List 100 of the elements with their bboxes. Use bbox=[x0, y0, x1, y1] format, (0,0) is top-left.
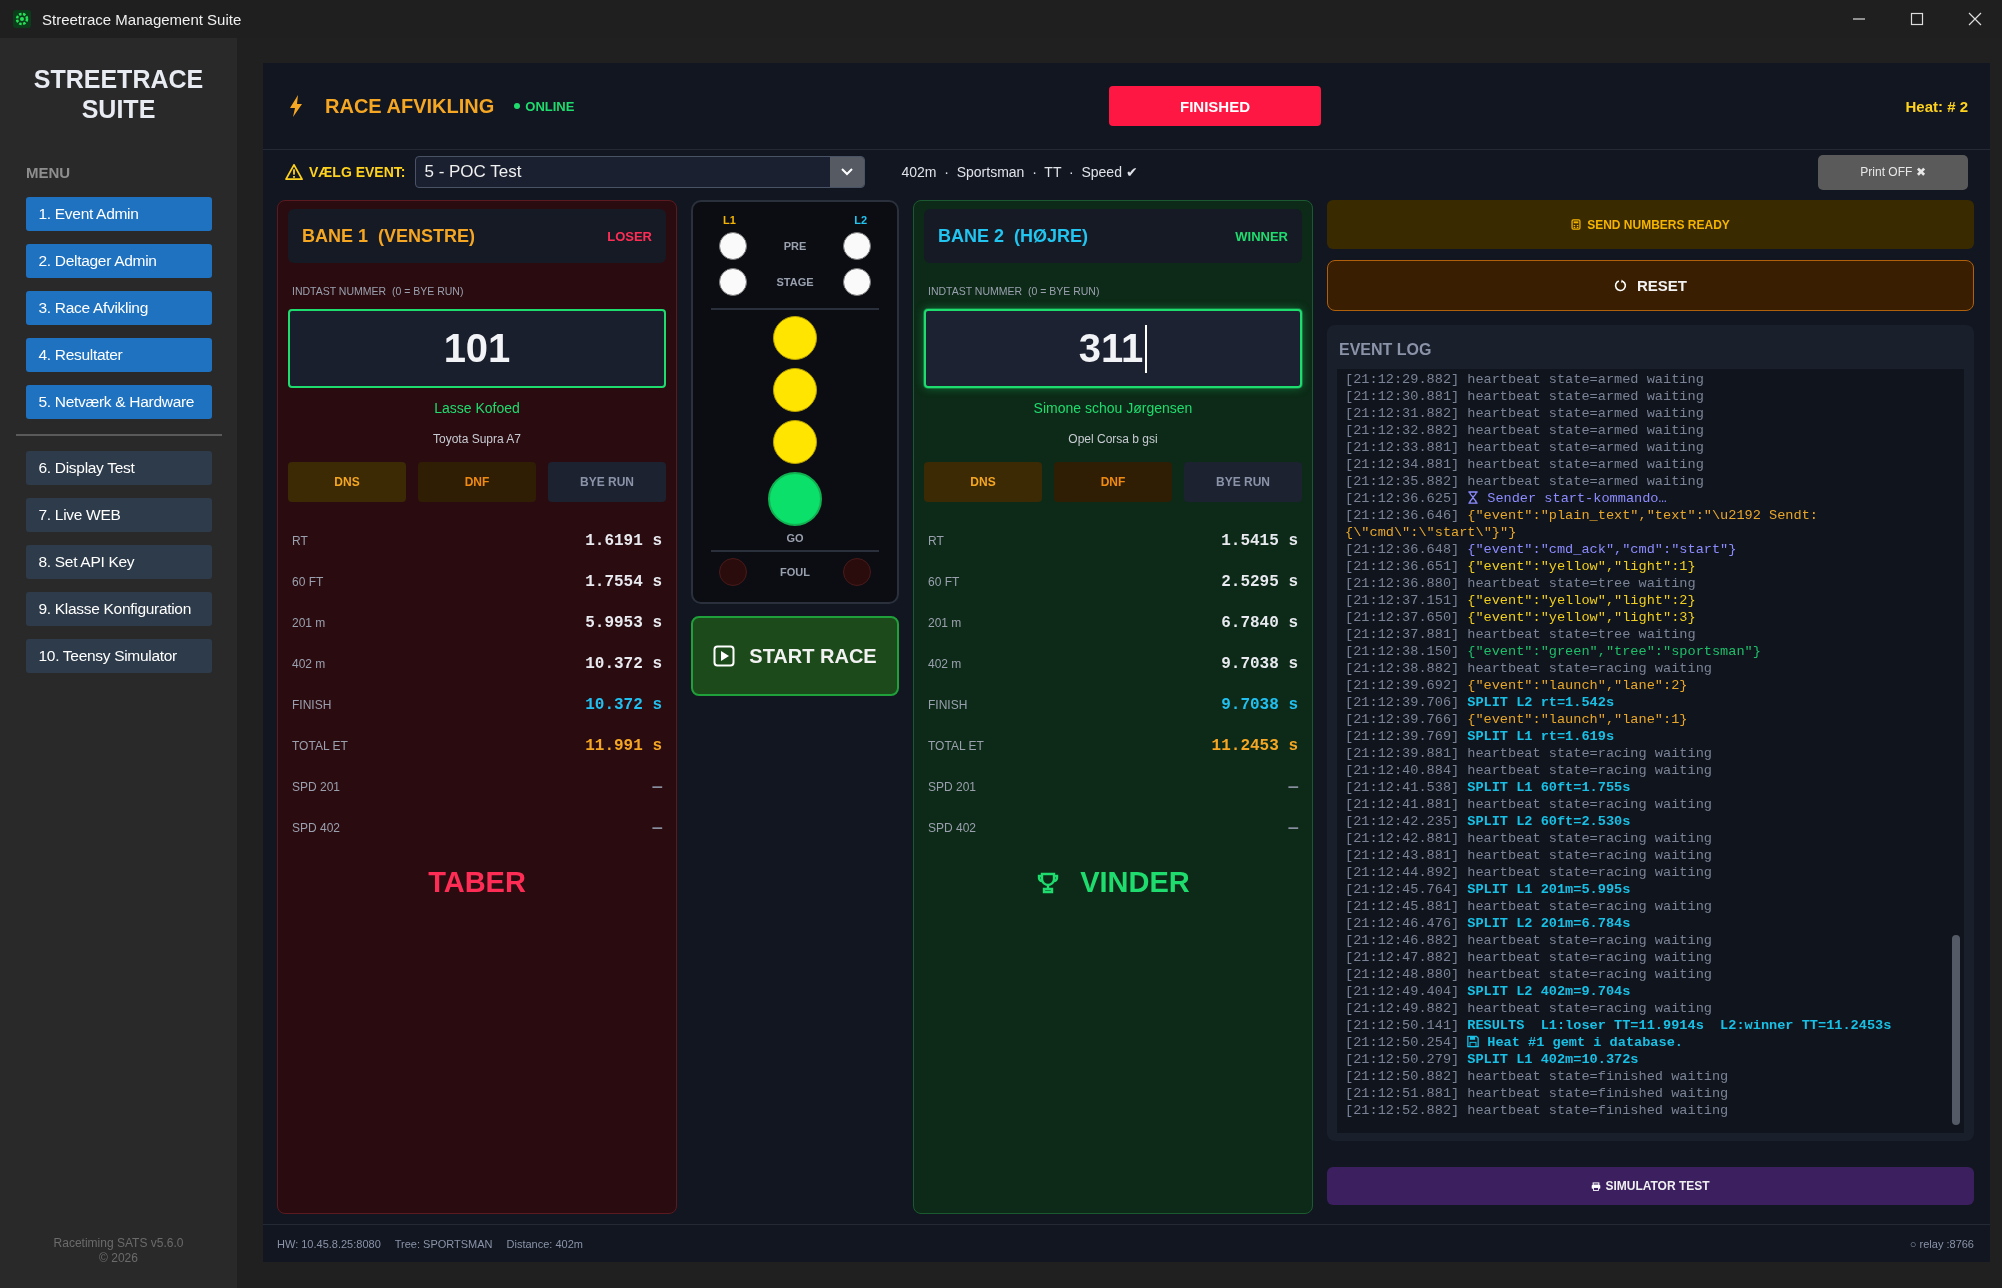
menu-item[interactable]: 3. Race Afvikling bbox=[25, 291, 212, 325]
light-label: PRE bbox=[783, 240, 807, 252]
log-line: [21:12:50.882] heartbeat state=finished waiting bbox=[1345, 1068, 1730, 1085]
play-icon bbox=[713, 645, 736, 667]
stat-value: — bbox=[652, 777, 662, 796]
stat-label: RT bbox=[292, 533, 308, 548]
menu-item[interactable]: 10. Teensy Simulator bbox=[25, 639, 212, 673]
outcome-label: WINNER bbox=[1235, 228, 1288, 244]
log-line: [21:12:42.235] SPLIT L2 60ft=2.530s bbox=[1345, 813, 1632, 830]
trophy-icon bbox=[1036, 870, 1061, 895]
log-line: [21:12:41.538] SPLIT L1 60ft=1.755s bbox=[1345, 779, 1632, 796]
menu-item[interactable]: 9. Klasse Konfiguration bbox=[25, 592, 212, 626]
stat-value: 11.991 s bbox=[585, 736, 662, 755]
stat-label: TOTAL ET bbox=[292, 738, 348, 753]
stat-label: 60 FT bbox=[292, 574, 324, 589]
event-details: 402m · Sportsman · TT · Speed ✔ bbox=[901, 164, 1138, 180]
stat-value: 9.7038 s bbox=[1221, 695, 1298, 714]
outcome-label: LOSER bbox=[607, 228, 652, 244]
stat-value: — bbox=[1288, 818, 1298, 837]
menu-item[interactable]: 5. Netværk & Hardware bbox=[25, 385, 212, 419]
lane-action-button[interactable]: BYE RUN bbox=[1184, 462, 1302, 502]
log-line: [21:12:52.882] heartbeat state=finished waiting bbox=[1345, 1102, 1730, 1119]
log-line: [21:12:48.880] heartbeat state=racing waiting bbox=[1345, 966, 1713, 983]
menu-item[interactable]: 6. Display Test bbox=[25, 451, 212, 485]
status-text: Distance: 402m bbox=[506, 1237, 583, 1250]
connection-status: ONLINE bbox=[525, 98, 575, 114]
stat-label: FINISH bbox=[292, 697, 332, 712]
log-line: [21:12:46.882] heartbeat state=racing waiting bbox=[1345, 932, 1713, 949]
log-line: [21:12:51.881] heartbeat state=finished waiting bbox=[1345, 1085, 1730, 1102]
log-message: Sender start-kommando… bbox=[1487, 491, 1667, 506]
input-label: INDTAST NUMMER (0 = BYE RUN) bbox=[928, 285, 1101, 297]
race-state-badge: FINISHED bbox=[1109, 86, 1321, 126]
result-label: VINDER bbox=[1080, 866, 1190, 899]
chevron-icon bbox=[841, 168, 854, 176]
log-line: [21:12:38.150] {"event":"green","tree":"sportsman"} bbox=[1345, 643, 1762, 660]
log-line: [21:12:36.880] heartbeat state=tree waiting bbox=[1345, 575, 1697, 592]
simulator-test-button[interactable]: SIMULATOR TEST bbox=[1327, 1167, 1974, 1205]
warning-icon bbox=[285, 164, 303, 180]
heat-number: Heat: # 2 bbox=[1905, 97, 1968, 115]
panel-title: EVENT LOG bbox=[1339, 341, 1433, 359]
reset-button[interactable]: RESET bbox=[1327, 260, 1974, 311]
log-line: [21:12:49.404] SPLIT L2 402m=9.704s bbox=[1345, 983, 1632, 1000]
menu-item[interactable]: 8. Set API Key bbox=[25, 545, 212, 579]
lane-action-button[interactable]: DNS bbox=[288, 462, 406, 502]
stat-label: SPD 402 bbox=[928, 820, 977, 835]
light-label: STAGE bbox=[776, 276, 814, 288]
stat-label: SPD 201 bbox=[292, 779, 341, 794]
event-select[interactable]: 5 - POC Test bbox=[415, 156, 866, 188]
stat-label: SPD 201 bbox=[928, 779, 977, 794]
log-line: [21:12:43.881] heartbeat state=racing waiting bbox=[1345, 847, 1713, 864]
menu-label: MENU bbox=[26, 164, 71, 181]
page-title: RACE AFVIKLING bbox=[325, 94, 495, 118]
calculator-icon bbox=[1571, 219, 1582, 230]
lane-action-button[interactable]: BYE RUN bbox=[548, 462, 666, 502]
close-icon[interactable] bbox=[1968, 12, 1982, 26]
maximize-icon[interactable] bbox=[1910, 12, 1924, 26]
brand-title: STREETRACE SUITE bbox=[33, 64, 204, 124]
lane-title: BANE 2 (HØJRE) bbox=[938, 225, 1089, 247]
stat-value: 10.372 s bbox=[585, 695, 662, 714]
car-name: Opel Corsa b gsi bbox=[1067, 432, 1159, 446]
lane-action-button[interactable]: DNF bbox=[1054, 462, 1172, 502]
printer-icon bbox=[1591, 1180, 1602, 1192]
start-race-button[interactable]: START RACE bbox=[691, 616, 899, 696]
stat-value: — bbox=[652, 818, 662, 837]
hourglass-icon bbox=[1467, 491, 1480, 504]
relay-status: ○ relay :8766 bbox=[1909, 1237, 1974, 1250]
log-line: [21:12:42.881] heartbeat state=racing waiting bbox=[1345, 830, 1713, 847]
log-line: [21:12:44.892] heartbeat state=racing waiting bbox=[1345, 864, 1713, 881]
driver-name: Lasse Kofoed bbox=[433, 400, 521, 416]
number-input[interactable]: 311 bbox=[924, 309, 1302, 388]
stat-label: 60 FT bbox=[928, 574, 960, 589]
log-line: [21:12:37.151] {"event":"yellow","light":2} bbox=[1345, 592, 1697, 609]
print-toggle-button[interactable]: Print OFF ✖ bbox=[1818, 154, 1968, 190]
menu-item[interactable]: 4. Resultater bbox=[25, 338, 212, 372]
menu-item[interactable]: 7. Live WEB bbox=[25, 498, 212, 532]
log-line: [21:12:38.882] heartbeat state=racing waiting bbox=[1345, 660, 1713, 677]
stat-value: 2.5295 s bbox=[1221, 572, 1298, 591]
lane-label: L2 bbox=[854, 214, 867, 226]
lane-label: L1 bbox=[723, 214, 736, 226]
log-line: [21:12:45.881] heartbeat state=racing waiting bbox=[1345, 898, 1713, 915]
log-line: [21:12:35.882] heartbeat state=armed waiting bbox=[1345, 473, 1705, 490]
log-timestamp: [21:12:50.254] bbox=[1345, 1035, 1460, 1050]
log-line: [21:12:36.646] {"event":"plain_text","text":"\u2192 Sendt: {\"cmd\":\"start\"}"} bbox=[1345, 507, 1819, 541]
menu-item[interactable]: 1. Event Admin bbox=[25, 197, 212, 231]
menu-item[interactable]: 2. Deltager Admin bbox=[25, 244, 212, 278]
stat-label: SPD 402 bbox=[292, 820, 341, 835]
stat-value: 1.7554 s bbox=[585, 572, 662, 591]
result-label: TABER bbox=[428, 866, 526, 899]
lane-action-button[interactable]: DNS bbox=[924, 462, 1042, 502]
log-timestamp: [21:12:36.625] bbox=[1345, 491, 1460, 506]
stat-value: 11.2453 s bbox=[1211, 736, 1298, 755]
input-label: INDTAST NUMMER (0 = BYE RUN) bbox=[292, 285, 465, 297]
number-input[interactable]: 101 bbox=[288, 309, 666, 388]
send-numbers-button[interactable]: SEND NUMBERS READY bbox=[1327, 200, 1974, 249]
log-message: Heat #1 gemt i database. bbox=[1487, 1035, 1683, 1050]
scrollbar[interactable] bbox=[1952, 935, 1960, 1125]
lane-action-button[interactable]: DNF bbox=[418, 462, 536, 502]
log-line: [21:12:47.882] heartbeat state=racing waiting bbox=[1345, 949, 1713, 966]
stat-value: 10.372 s bbox=[585, 654, 662, 673]
stat-value: 5.9953 s bbox=[585, 613, 662, 632]
